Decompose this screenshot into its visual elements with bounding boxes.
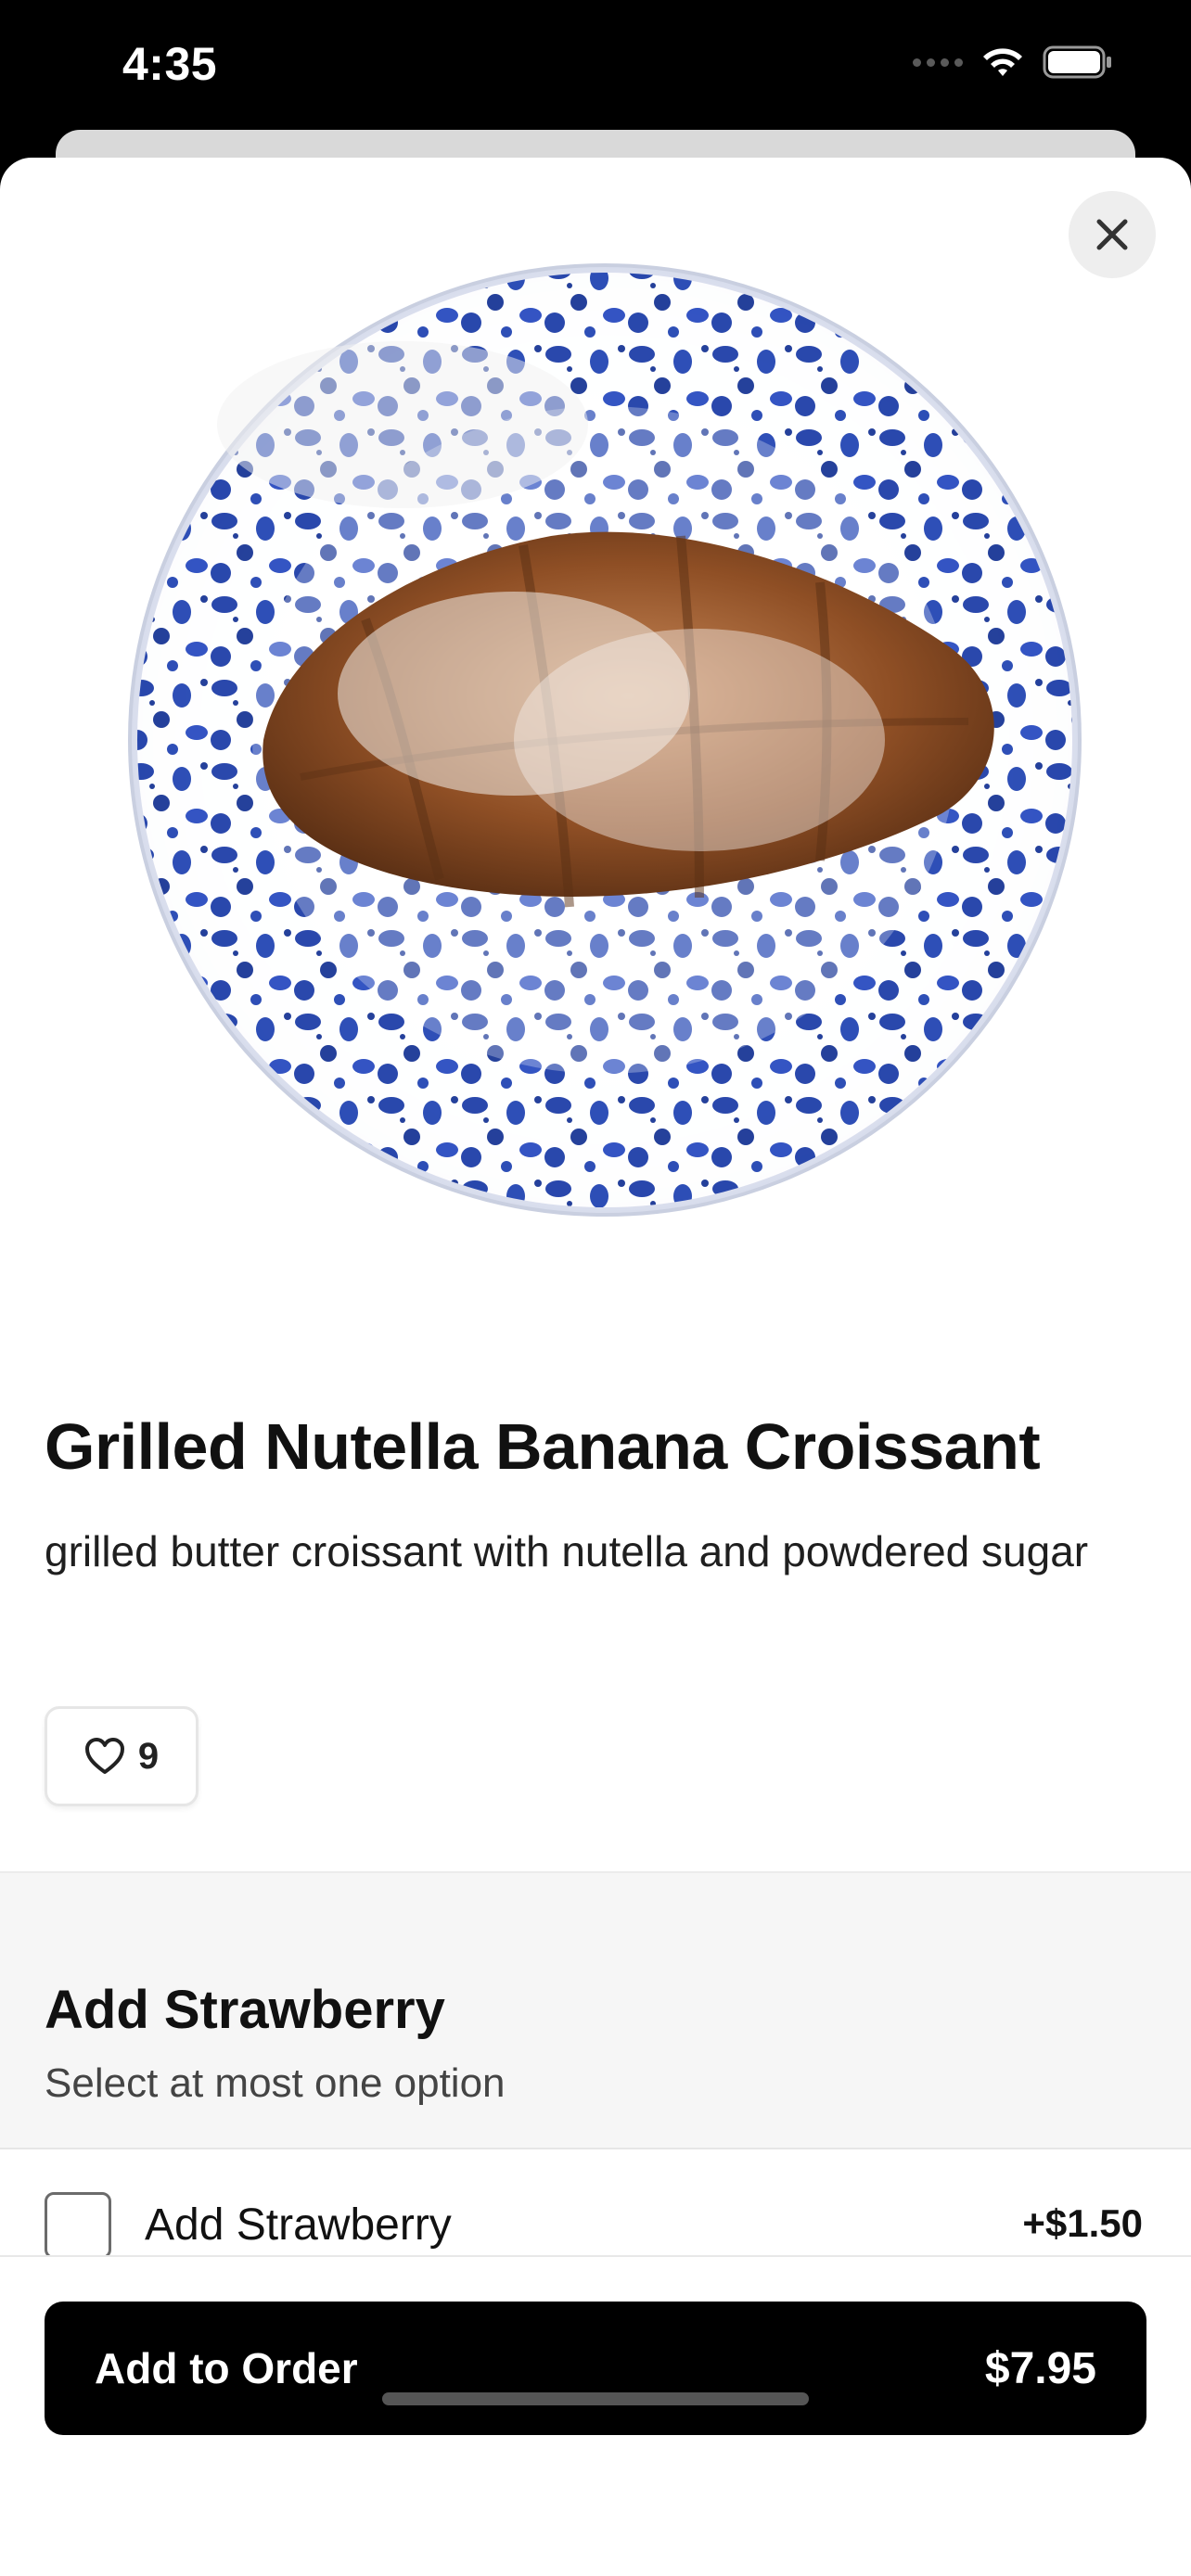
close-icon — [1096, 219, 1128, 250]
battery-icon — [1043, 45, 1111, 79]
product-image — [128, 263, 1082, 1217]
modifier-option-row[interactable]: Add Strawberry +$1.50 — [0, 2151, 1191, 2263]
signal-icon — [913, 57, 963, 67]
status-time: 4:35 — [122, 38, 218, 90]
status-bar: 4:35 — [0, 0, 1191, 139]
app-screen: 4:35 Grilled Nutella Banana Croissant gr… — [0, 0, 1191, 2576]
like-button[interactable]: 9 — [45, 1706, 198, 1806]
product-description: grilled butter croissant with nutella an… — [45, 1527, 1089, 1575]
product-title: Grilled Nutella Banana Croissant — [45, 1410, 1041, 1483]
add-to-order-button[interactable]: Add to Order $7.95 — [45, 2302, 1146, 2435]
like-count: 9 — [137, 1735, 160, 1777]
item-detail-sheet: Grilled Nutella Banana Croissant grilled… — [0, 158, 1191, 2576]
option-price: +$1.50 — [1022, 2201, 1143, 2245]
add-to-order-label: Add to Order — [95, 2344, 358, 2392]
modifier-group-title: Add Strawberry — [45, 1980, 445, 2040]
status-indicators — [913, 45, 1113, 80]
order-total: $7.95 — [984, 2343, 1096, 2393]
option-label: Add Strawberry — [145, 2200, 452, 2250]
heart-icon — [84, 1738, 124, 1774]
home-indicator[interactable] — [382, 2392, 809, 2405]
modifier-group-subtitle: Select at most one option — [45, 2060, 506, 2106]
option-checkbox[interactable] — [45, 2192, 111, 2259]
wifi-icon — [983, 48, 1022, 76]
